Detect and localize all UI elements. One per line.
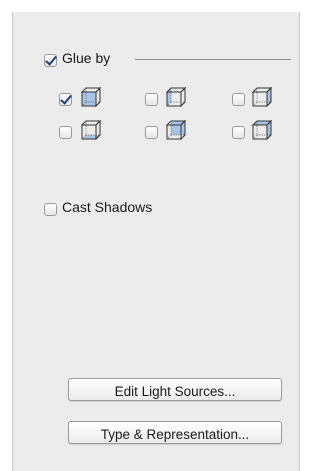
glue-back-checkbox[interactable] xyxy=(145,126,158,139)
type-representation-button[interactable]: Type & Representation... xyxy=(68,421,282,444)
glue-by-checkbox[interactable] xyxy=(44,54,57,67)
glue-top-checkbox[interactable] xyxy=(232,126,245,139)
cube-glue-right-icon xyxy=(251,86,273,108)
cube-glue-front-icon xyxy=(80,86,102,108)
edit-light-sources-button[interactable]: Edit Light Sources... xyxy=(68,378,282,401)
inspector-panel: Glue by Cast Shadows Edit Light Sources.… xyxy=(12,12,300,471)
cast-shadows-checkbox[interactable] xyxy=(44,203,57,216)
glue-front-checkbox[interactable] xyxy=(59,93,72,106)
cube-glue-left-icon xyxy=(165,86,187,108)
cube-glue-back-icon xyxy=(165,119,187,141)
cube-glue-bottom-icon xyxy=(80,119,102,141)
glue-bottom-checkbox[interactable] xyxy=(59,126,72,139)
cast-shadows-label: Cast Shadows xyxy=(62,199,153,215)
glue-right-checkbox[interactable] xyxy=(232,93,245,106)
glue-by-separator xyxy=(135,59,291,60)
glue-by-label: Glue by xyxy=(62,50,111,66)
cube-glue-top-icon xyxy=(251,119,273,141)
glue-left-checkbox[interactable] xyxy=(145,93,158,106)
